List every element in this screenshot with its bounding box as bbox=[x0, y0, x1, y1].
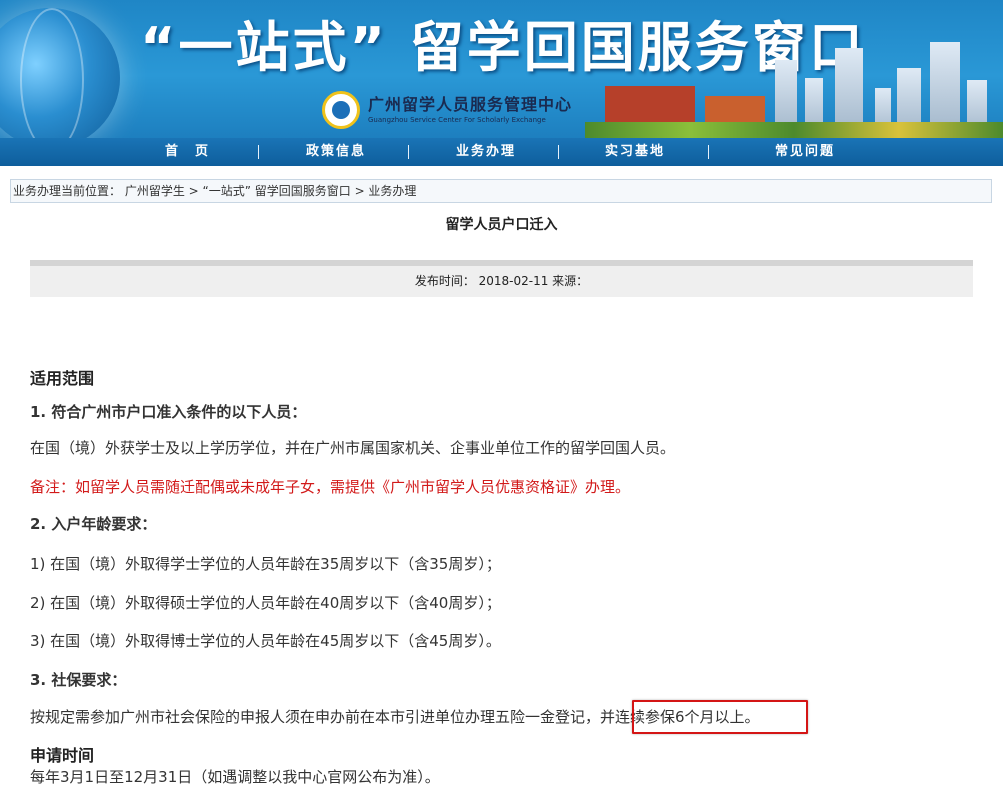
org-name-cn: 广州留学人员服务管理中心 bbox=[368, 95, 573, 114]
item1-text: 在国（境）外获学士及以上学历学位，并在广州市属国家机关、企事业单位工作的留学回国… bbox=[30, 439, 676, 457]
seal-icon bbox=[322, 91, 360, 129]
age-rule-1: 1) 在国（境）外取得学士学位的人员年龄在35周岁以下（含35周岁）； bbox=[30, 555, 501, 573]
age-rule-3: 3) 在国（境）外取得博士学位的人员年龄在45周岁以下（含45周岁）。 bbox=[30, 632, 501, 650]
nav-internship[interactable]: 实习基地 bbox=[605, 138, 665, 166]
org-logo[interactable]: 广州留学人员服务管理中心 Guangzhou Service Center Fo… bbox=[322, 88, 572, 132]
site-banner: “一站式” 留学回国服务窗口 广州留学人员服务管理中心 Guangzhou Se… bbox=[0, 0, 1003, 138]
nav-policy[interactable]: 政策信息 bbox=[306, 138, 366, 166]
nav-separator bbox=[408, 145, 409, 159]
item2-heading: 2. 入户年龄要求： bbox=[30, 515, 157, 533]
nav-home[interactable]: 首 页 bbox=[165, 138, 210, 166]
main-nav: 首 页 政策信息 业务办理 实习基地 常见问题 bbox=[0, 138, 1003, 166]
item3-heading: 3. 社保要求： bbox=[30, 671, 127, 689]
highlight-annotation bbox=[632, 700, 808, 734]
nav-business[interactable]: 业务办理 bbox=[456, 138, 516, 166]
apply-heading: 申请时间 bbox=[30, 746, 95, 765]
note-text: 备注：如留学人员需随迁配偶或未成年子女，需提供《广州市留学人员优惠资格证》办理。 bbox=[30, 478, 631, 496]
city-skyline-graphic bbox=[585, 40, 1003, 138]
publish-meta: 发布时间： 2018-02-11 来源： bbox=[30, 260, 973, 297]
org-name-en: Guangzhou Service Center For Scholarly E… bbox=[368, 116, 546, 124]
nav-separator bbox=[708, 145, 709, 159]
age-rule-2: 2) 在国（境）外取得硕士学位的人员年龄在40周岁以下（含40周岁）； bbox=[30, 594, 501, 612]
page-title: 留学人员户口迁入 bbox=[445, 217, 558, 233]
item1-heading: 1. 符合广州市户口准入条件的以下人员： bbox=[30, 403, 307, 421]
nav-separator bbox=[558, 145, 559, 159]
nav-separator bbox=[258, 145, 259, 159]
social-text-a: 按规定需参加广州市社会保险的申报人须在申办前在本市引进单位办理五险一金登记， bbox=[30, 708, 601, 726]
apply-text: 每年3月1日至12月31日（如遇调整以我中心官网公布为准）。 bbox=[30, 768, 440, 786]
nav-faq[interactable]: 常见问题 bbox=[775, 138, 835, 166]
scope-heading: 适用范围 bbox=[30, 369, 95, 388]
breadcrumb[interactable]: 业务办理当前位置： 广州留学生 > “一站式” 留学回国服务窗口 > 业务办理 bbox=[10, 179, 992, 203]
